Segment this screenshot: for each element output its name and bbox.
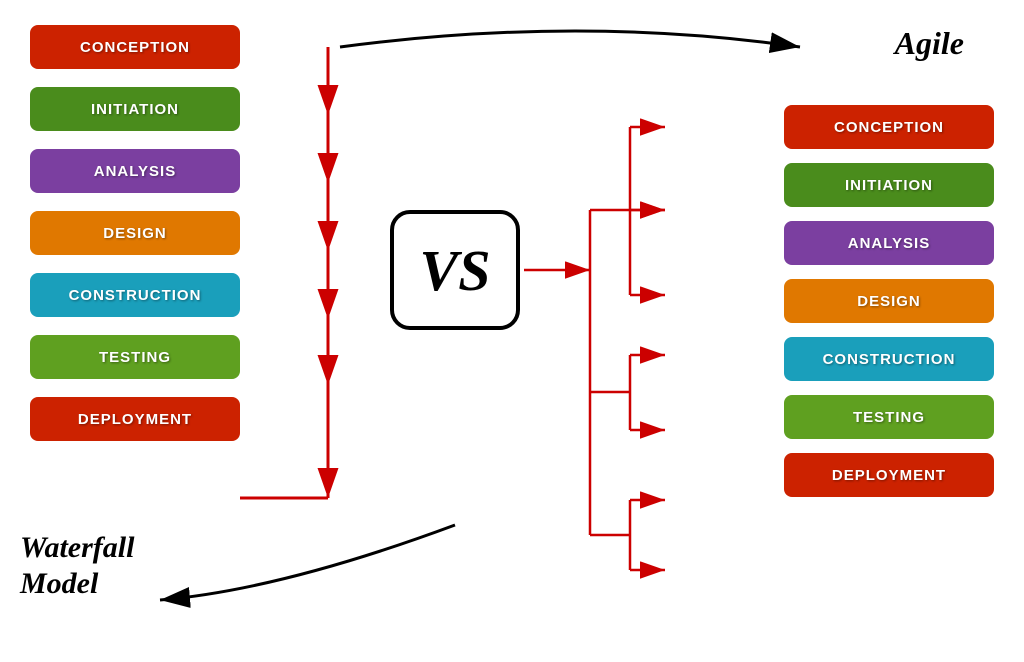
right-stage-analysis: ANALYSIS bbox=[784, 221, 994, 265]
vs-box: VS bbox=[390, 210, 520, 330]
right-stage-conception: CONCEPTION bbox=[784, 105, 994, 149]
left-stage-design: DESIGN bbox=[30, 211, 240, 255]
left-stage-initiation: INITIATION bbox=[30, 87, 240, 131]
agile-label: Agile bbox=[895, 25, 964, 62]
right-stage-testing: TESTING bbox=[784, 395, 994, 439]
left-stage-testing: TESTING bbox=[30, 335, 240, 379]
right-stage-initiation: INITIATION bbox=[784, 163, 994, 207]
left-stage-deployment: DEPLOYMENT bbox=[30, 397, 240, 441]
right-stage-design: DESIGN bbox=[784, 279, 994, 323]
right-stage-deployment: DEPLOYMENT bbox=[784, 453, 994, 497]
left-stage-construction: CONSTRUCTION bbox=[30, 273, 240, 317]
left-stage-conception: CONCEPTION bbox=[30, 25, 240, 69]
left-stages: CONCEPTION INITIATION ANALYSIS DESIGN CONSTR… bbox=[30, 25, 240, 441]
right-stage-construction: CONSTRUCTION bbox=[784, 337, 994, 381]
left-stage-analysis: ANALYSIS bbox=[30, 149, 240, 193]
waterfall-label: WaterfallModel bbox=[20, 530, 134, 602]
vs-label: VS bbox=[420, 237, 491, 304]
right-stages: CONCEPTION INITIATION ANALYSIS DESIGN CONSTR… bbox=[784, 105, 994, 497]
